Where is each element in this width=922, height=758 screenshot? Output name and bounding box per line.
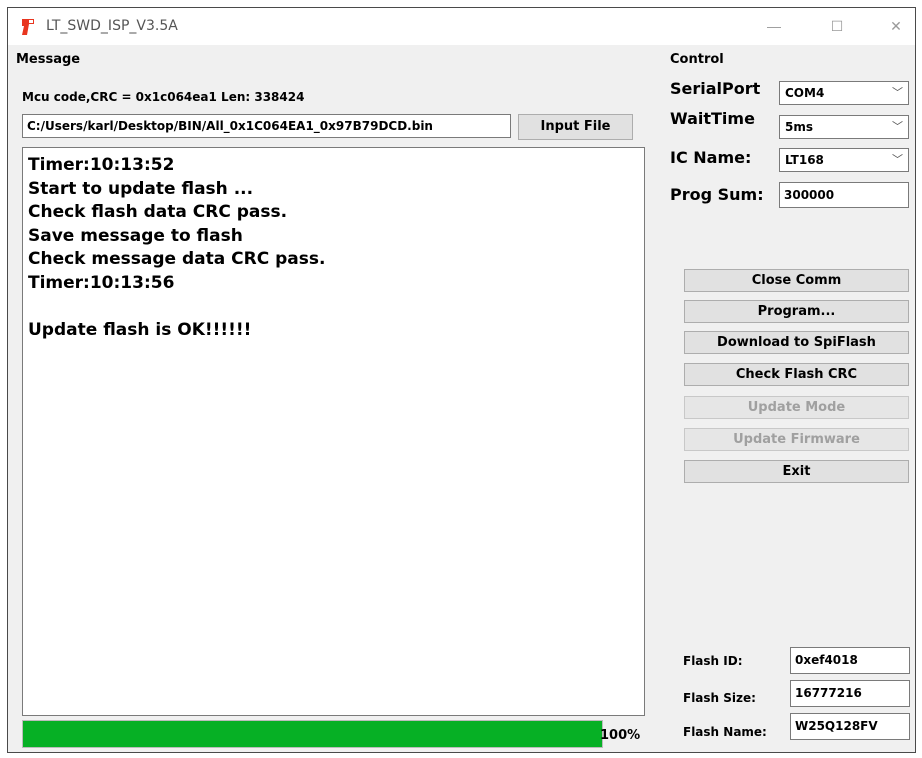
download-to-spiflash-button[interactable]: Download to SpiFlash <box>684 331 909 354</box>
wait-time-select[interactable]: 5ms ﹀ <box>779 115 909 139</box>
mcu-code-info: Mcu code,CRC = 0x1c064ea1 Len: 338424 <box>22 90 305 104</box>
progress-fill <box>23 721 602 747</box>
program-button[interactable]: Program... <box>684 300 909 323</box>
file-path-field[interactable]: C:/Users/karl/Desktop/BIN/All_0x1C064EA1… <box>22 114 511 138</box>
log-line: Timer:10:13:52 <box>28 155 175 175</box>
prog-sum-field[interactable]: 300000 <box>779 182 909 208</box>
update-mode-button[interactable]: Update Mode <box>684 396 909 419</box>
log-line: Save message to flash <box>28 225 243 246</box>
title-bar[interactable]: LT_SWD_ISP_V3.5A — ☐ ✕ <box>8 8 915 45</box>
minimize-button[interactable]: — <box>763 16 785 36</box>
check-flash-crc-button[interactable]: Check Flash CRC <box>684 363 909 386</box>
chevron-down-icon[interactable]: ﹀ <box>892 82 903 104</box>
message-log[interactable]: Timer:10:13:52 Start to update flash ...… <box>22 147 645 716</box>
log-line: Check flash data CRC pass. <box>28 202 288 222</box>
ic-name-select[interactable]: LT168 ﹀ <box>779 148 909 172</box>
ic-name-label: IC Name: <box>670 148 752 167</box>
wait-time-label: WaitTime <box>670 109 755 128</box>
flash-id-label: Flash ID: <box>683 654 743 668</box>
close-button[interactable]: ✕ <box>885 16 907 36</box>
flash-name-field[interactable]: W25Q128FV <box>790 713 910 740</box>
update-firmware-button[interactable]: Update Firmware <box>684 428 909 451</box>
window-title: LT_SWD_ISP_V3.5A <box>46 18 178 34</box>
log-line: Timer:10:13:56 <box>28 272 175 293</box>
flash-name-label: Flash Name: <box>683 725 767 739</box>
progress-bar <box>22 720 603 748</box>
maximize-button[interactable]: ☐ <box>826 16 848 36</box>
progress-percent: 100% <box>600 728 641 743</box>
exit-button[interactable]: Exit <box>684 460 909 483</box>
chevron-down-icon[interactable]: ﹀ <box>892 116 903 138</box>
flash-size-label: Flash Size: <box>683 691 756 705</box>
flash-size-field[interactable]: 16777216 <box>790 680 910 707</box>
chevron-down-icon[interactable]: ﹀ <box>892 149 903 171</box>
close-comm-button[interactable]: Close Comm <box>684 269 909 292</box>
app-logo-icon <box>22 19 34 35</box>
serial-port-value: COM4 <box>785 86 825 100</box>
message-group-label: Message <box>16 52 81 67</box>
ic-name-value: LT168 <box>785 153 824 167</box>
prog-sum-label: Prog Sum: <box>670 185 764 204</box>
flash-id-field[interactable]: 0xef4018 <box>790 647 910 674</box>
wait-time-value: 5ms <box>785 120 813 134</box>
log-line: Check message data CRC pass. <box>28 249 326 269</box>
input-file-button[interactable]: Input File <box>518 114 633 140</box>
serial-port-label: SerialPort <box>670 79 761 98</box>
log-line: Start to update flash ... <box>28 178 254 199</box>
log-line: Update flash is OK!!!!!! <box>28 319 252 340</box>
app-window: LT_SWD_ISP_V3.5A — ☐ ✕ Message Mcu code,… <box>7 7 916 753</box>
serial-port-select[interactable]: COM4 ﹀ <box>779 81 909 105</box>
control-group-label: Control <box>670 52 724 67</box>
